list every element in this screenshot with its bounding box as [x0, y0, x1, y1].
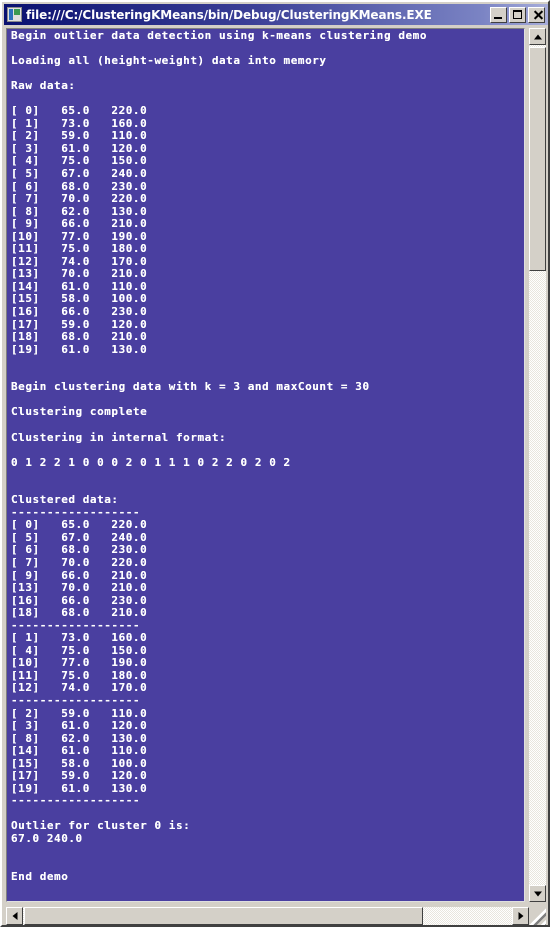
horizontal-scroll-thumb[interactable] [24, 907, 423, 925]
vertical-scrollbar[interactable] [529, 28, 546, 902]
window-title: file:///C:/ClusteringKMeans/bin/Debug/Cl… [26, 7, 432, 22]
scroll-down-button[interactable] [529, 885, 546, 902]
client-area: Begin outlier data detection using k-mea… [6, 28, 546, 925]
console-window: file:///C:/ClusteringKMeans/bin/Debug/Cl… [0, 0, 550, 927]
title-bar[interactable]: file:///C:/ClusteringKMeans/bin/Debug/Cl… [4, 4, 548, 25]
minimize-button[interactable] [490, 6, 507, 23]
window-controls [490, 6, 546, 23]
close-button[interactable] [528, 6, 545, 23]
minimize-icon [494, 16, 502, 19]
chevron-left-icon [12, 912, 17, 920]
maximize-icon [513, 9, 522, 19]
scroll-up-button[interactable] [529, 28, 546, 45]
horizontal-scrollbar[interactable] [6, 907, 546, 925]
console-output-area[interactable]: Begin outlier data detection using k-mea… [6, 28, 525, 902]
scroll-left-button[interactable] [6, 907, 23, 925]
maximize-button[interactable] [509, 6, 526, 23]
chevron-down-icon [533, 891, 542, 896]
scroll-right-button[interactable] [512, 907, 529, 925]
chevron-up-icon [533, 34, 542, 39]
console-window-icon [7, 7, 22, 22]
vertical-scroll-thumb[interactable] [529, 47, 546, 271]
console-text: Begin outlier data detection using k-mea… [11, 29, 428, 883]
resize-grip-icon[interactable] [529, 907, 546, 925]
chevron-right-icon [518, 912, 523, 920]
close-icon [536, 10, 538, 21]
